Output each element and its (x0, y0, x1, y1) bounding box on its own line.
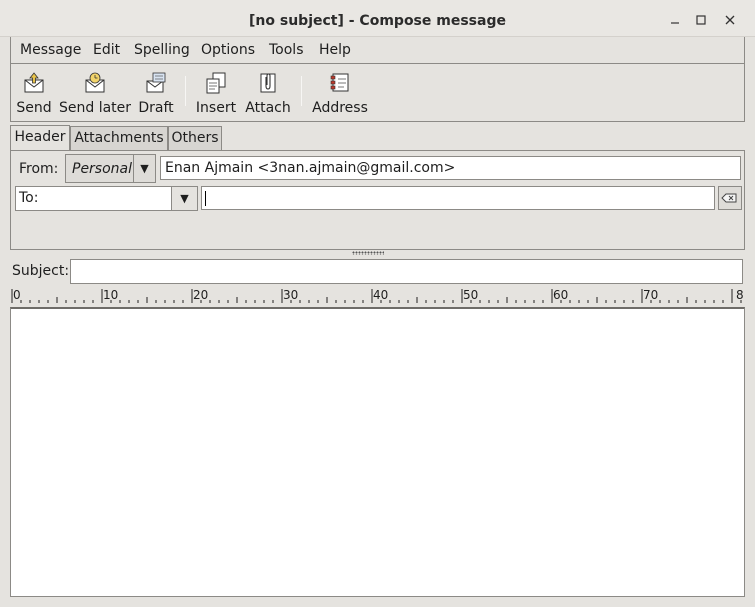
menu-options[interactable]: Options (201, 42, 255, 58)
ruler-label: 40 (373, 288, 389, 302)
from-field[interactable]: Enan Ajmain <3nan.ajmain@gmail.com> (160, 156, 741, 180)
send-button[interactable]: Send (15, 64, 53, 120)
header-tabs: Header Attachments Others From: Personal… (10, 122, 745, 252)
menu-message[interactable]: Message (20, 42, 81, 58)
ruler-label: 30 (283, 288, 299, 302)
recipient-input[interactable] (201, 186, 715, 210)
menu-tools[interactable]: Tools (269, 42, 304, 58)
menu-edit[interactable]: Edit (93, 42, 120, 58)
insert-icon (206, 72, 226, 94)
send-label: Send (16, 100, 52, 116)
text-cursor (205, 191, 206, 206)
toolbar-separator (301, 76, 302, 106)
title-bar[interactable]: [no subject] - Compose message (0, 0, 755, 37)
header-panel: From: Personal ▼ Enan Ajmain <3nan.ajmai… (10, 150, 745, 250)
toolbar: Send Send later Draft Insert Attach Addr… (10, 64, 745, 122)
ruler-label: 20 (193, 288, 209, 302)
ruler-label: 50 (463, 288, 479, 302)
tab-attachments[interactable]: Attachments (70, 126, 168, 150)
send-later-label: Send later (59, 100, 132, 116)
address-label: Address (312, 100, 368, 116)
paperclip-icon (260, 73, 276, 93)
from-value: Enan Ajmain <3nan.ajmain@gmail.com> (165, 160, 456, 176)
pane-resize-handle[interactable] (352, 251, 384, 255)
from-account-select[interactable]: Personal ▼ (65, 154, 156, 183)
compose-window: [no subject] - Compose message Message E… (0, 0, 755, 607)
from-account-value: Personal (72, 161, 133, 177)
draft-icon (146, 72, 166, 93)
address-book-icon (330, 73, 349, 92)
tab-others[interactable]: Others (168, 126, 222, 150)
from-label: From: (19, 161, 59, 177)
subject-input[interactable] (70, 259, 743, 284)
window-title: [no subject] - Compose message (249, 13, 506, 29)
ruler-label: 8 (736, 288, 744, 302)
ruler: 0 10 20 30 40 50 60 70 8 (10, 286, 745, 307)
ruler-label: 10 (103, 288, 119, 302)
attach-label: Attach (245, 100, 291, 116)
toolbar-separator (185, 76, 186, 106)
chevron-down-icon[interactable]: ▼ (133, 155, 155, 182)
ruler-label: 60 (553, 288, 569, 302)
message-body-editor[interactable] (10, 307, 745, 597)
attach-button[interactable]: Attach (243, 64, 293, 120)
send-later-icon (85, 72, 105, 93)
recipient-type-value: To: (19, 190, 39, 206)
tab-header[interactable]: Header (10, 125, 70, 151)
draft-button[interactable]: Draft (136, 64, 176, 120)
ruler-label: 0 (13, 288, 21, 302)
clear-recipient-button[interactable] (718, 186, 742, 210)
address-button[interactable]: Address (309, 64, 371, 120)
insert-button[interactable]: Insert (193, 64, 239, 120)
send-later-button[interactable]: Send later (59, 64, 131, 120)
backspace-icon (721, 193, 737, 203)
close-icon[interactable] (722, 12, 738, 28)
insert-label: Insert (195, 100, 237, 116)
send-icon (24, 72, 44, 93)
recipient-type-select[interactable]: To: ▼ (15, 186, 198, 211)
menu-spelling[interactable]: Spelling (134, 42, 190, 58)
menu-help[interactable]: Help (319, 42, 351, 58)
chevron-down-icon[interactable]: ▼ (171, 187, 197, 210)
maximize-icon[interactable] (693, 12, 709, 28)
minimize-icon[interactable] (667, 12, 683, 28)
draft-label: Draft (138, 100, 174, 116)
ruler-label: 70 (643, 288, 659, 302)
subject-label: Subject: (12, 263, 70, 279)
menu-bar: Message Edit Spelling Options Tools Help (10, 37, 745, 64)
